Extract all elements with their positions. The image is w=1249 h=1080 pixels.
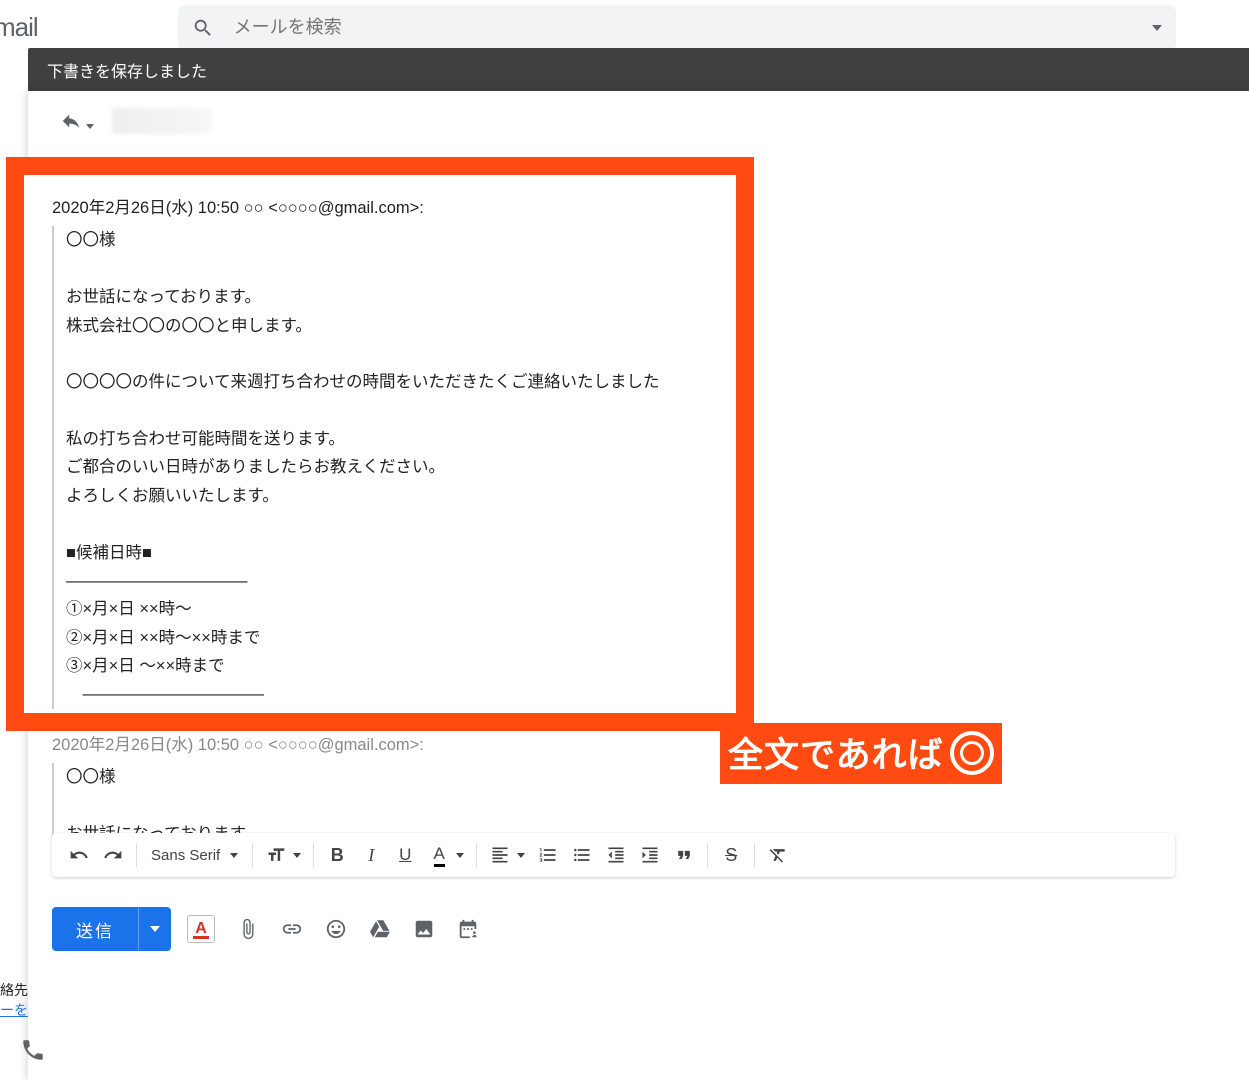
format-toolbar: Sans Serif B I U A S	[52, 833, 1175, 877]
body-line: お世話になっております。	[66, 283, 1209, 311]
numbered-list-button[interactable]	[531, 838, 565, 872]
strikethrough-button[interactable]: S	[714, 838, 748, 872]
link-icon[interactable]	[281, 918, 303, 940]
font-size-button[interactable]	[259, 838, 293, 872]
indent-more-button[interactable]	[633, 838, 667, 872]
body-line: ―――――――――――	[66, 567, 1209, 595]
align-button[interactable]	[483, 838, 517, 872]
clear-format-button[interactable]	[761, 838, 795, 872]
body-line: 〇〇様	[66, 226, 1209, 254]
bold-button[interactable]: B	[320, 838, 354, 872]
send-more-button[interactable]	[138, 907, 171, 951]
body-line: よろしくお願いいたします。	[66, 482, 1209, 510]
schedule-icon[interactable]	[457, 918, 479, 940]
underline-button[interactable]: U	[388, 838, 422, 872]
phone-icon[interactable]	[20, 1037, 46, 1066]
email-body[interactable]: 2020年2月26日(水) 10:50 ○○ <○○○○@gmail.com>:…	[52, 194, 1209, 709]
send-button[interactable]: 送信	[52, 907, 171, 951]
body-line: ③×月×日 ～××時まで	[66, 652, 1209, 680]
text-color-button[interactable]: A	[422, 838, 456, 872]
body-line: 株式会社〇〇の〇〇と申します。	[66, 312, 1209, 340]
quote-button[interactable]	[667, 838, 701, 872]
send-row: 送信 A	[52, 907, 479, 951]
drive-icon[interactable]	[369, 918, 391, 940]
draft-saved-label: 下書きを保存しました	[47, 58, 207, 82]
image-icon[interactable]	[413, 918, 435, 940]
chevron-down-icon	[230, 853, 238, 858]
lower-quoted-header: 2020年2月26日(水) 10:50 ○○ <○○○○@gmail.com>:	[52, 731, 1209, 759]
body-line: ②×月×日 ××時～××時まで	[66, 624, 1209, 652]
body-line: 〇〇様	[66, 763, 1209, 791]
indent-less-button[interactable]	[599, 838, 633, 872]
attach-icon[interactable]	[237, 918, 259, 940]
body-line: ―――――――――――	[66, 680, 1209, 708]
app-logo: mail	[0, 12, 38, 43]
chevron-down-icon	[517, 853, 525, 858]
emoji-icon[interactable]	[325, 918, 347, 940]
reply-header	[28, 91, 1249, 151]
search-options-icon[interactable]	[1152, 25, 1162, 31]
compose-status-bar: 下書きを保存しました	[28, 48, 1249, 91]
redo-button[interactable]	[96, 838, 130, 872]
body-line: ■候補日時■	[66, 539, 1209, 567]
reply-icon[interactable]	[60, 110, 82, 132]
compose-window: 2020年2月26日(水) 10:50 ○○ <○○○○@gmail.com>:…	[28, 91, 1249, 1080]
text-color-quick-button[interactable]: A	[187, 915, 215, 943]
font-select[interactable]: Sans Serif	[143, 847, 246, 864]
body-line: 私の打ち合わせ可能時間を送ります。	[66, 425, 1209, 453]
reply-dropdown-icon[interactable]	[86, 124, 94, 129]
search-icon	[192, 17, 214, 39]
left-sidebar-fragment: 絡先 ーを	[0, 980, 28, 1020]
search-bar[interactable]	[178, 5, 1176, 51]
body-line: ご都合のいい日時がありましたらお教えください。	[66, 453, 1209, 481]
quoted-header: 2020年2月26日(水) 10:50 ○○ <○○○○@gmail.com>:	[52, 194, 1209, 222]
undo-button[interactable]	[62, 838, 96, 872]
italic-button[interactable]: I	[354, 838, 388, 872]
bullet-list-button[interactable]	[565, 838, 599, 872]
body-line: 〇〇〇〇の件について来週打ち合わせの時間をいただきたくご連絡いたしました	[66, 368, 1209, 396]
body-line: ①×月×日 ××時～	[66, 595, 1209, 623]
chevron-down-icon	[293, 853, 301, 858]
recipient-blur	[112, 108, 212, 134]
chevron-down-icon	[456, 853, 464, 858]
search-input[interactable]	[232, 16, 1144, 39]
sidebar-link[interactable]: ーを	[0, 1002, 28, 1018]
chevron-down-icon	[150, 926, 160, 932]
lower-quote[interactable]: 2020年2月26日(水) 10:50 ○○ <○○○○@gmail.com>:…	[52, 731, 1209, 849]
